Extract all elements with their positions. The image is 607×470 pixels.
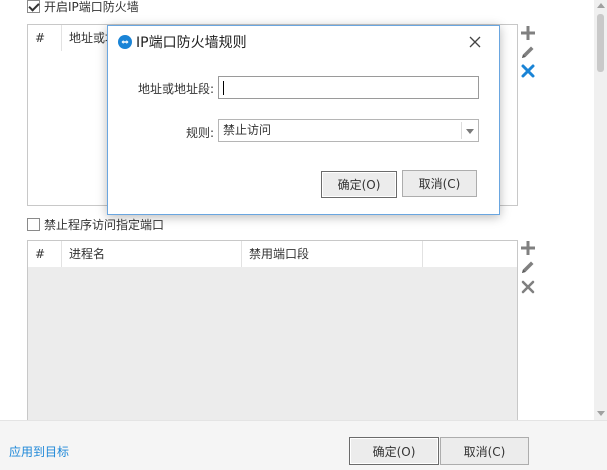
pencil-icon bbox=[522, 261, 534, 273]
scroll-thumb[interactable] bbox=[597, 14, 604, 72]
program-enable-label: 禁止程序访问指定端口 bbox=[44, 217, 165, 232]
footer-bar: 应用到目标 确定(O) 取消(C) bbox=[0, 420, 607, 470]
dialog-cancel-button[interactable]: 取消(C) bbox=[402, 170, 477, 197]
program-edit-button[interactable] bbox=[520, 259, 536, 275]
program-enable-checkbox-row[interactable]: 禁止程序访问指定端口 bbox=[27, 216, 164, 232]
firewall-enable-checkbox-row[interactable]: 开启IP端口防火墙 bbox=[27, 0, 139, 14]
firewall-rule-dialog: IP端口防火墙规则 地址或地址段: 规则: 禁止访问 确定(O) 取消(C) bbox=[107, 25, 500, 215]
pencil-icon bbox=[522, 46, 534, 58]
program-col-index[interactable]: # bbox=[28, 241, 62, 267]
scroll-up-arrow-icon[interactable] bbox=[597, 3, 605, 8]
firewall-edit-button[interactable] bbox=[520, 44, 536, 60]
address-input[interactable] bbox=[218, 76, 479, 99]
scroll-down-arrow-icon[interactable] bbox=[597, 411, 605, 416]
firewall-enable-checkbox[interactable] bbox=[27, 0, 40, 13]
program-col-process[interactable]: 进程名 bbox=[62, 241, 242, 267]
vertical-scrollbar[interactable] bbox=[594, 0, 607, 420]
rule-select[interactable]: 禁止访问 bbox=[218, 119, 479, 142]
program-add-button[interactable] bbox=[520, 240, 536, 256]
program-delete-button[interactable] bbox=[520, 279, 536, 295]
select-divider bbox=[461, 122, 462, 139]
close-icon bbox=[469, 36, 481, 48]
chevron-down-icon[interactable] bbox=[466, 129, 474, 134]
dialog-title-bar[interactable]: IP端口防火墙规则 bbox=[108, 26, 499, 58]
text-caret bbox=[223, 81, 224, 95]
plus-icon bbox=[521, 26, 535, 40]
program-list-body[interactable] bbox=[28, 267, 517, 422]
cross-icon bbox=[521, 64, 535, 78]
rule-label: 规则: bbox=[185, 126, 214, 140]
firewall-col-index[interactable]: # bbox=[28, 25, 62, 51]
dialog-ok-button[interactable]: 确定(O) bbox=[321, 171, 397, 198]
firewall-delete-button[interactable] bbox=[520, 63, 536, 79]
firewall-add-button[interactable] bbox=[520, 25, 536, 41]
footer-cancel-button[interactable]: 取消(C) bbox=[440, 437, 529, 465]
program-col-ports[interactable]: 禁用端口段 bbox=[242, 241, 423, 267]
program-enable-checkbox[interactable] bbox=[27, 217, 40, 231]
address-label: 地址或地址段: bbox=[137, 82, 214, 96]
footer-ok-button[interactable]: 确定(O) bbox=[349, 437, 439, 465]
firewall-enable-label: 开启IP端口防火墙 bbox=[44, 0, 139, 14]
app-logo-icon bbox=[118, 35, 132, 49]
cross-icon bbox=[521, 280, 535, 294]
dialog-close-button[interactable] bbox=[466, 33, 484, 51]
program-rules-list[interactable]: # 进程名 禁用端口段 bbox=[27, 240, 518, 422]
program-list-header: # 进程名 禁用端口段 bbox=[28, 241, 517, 267]
plus-icon bbox=[521, 241, 535, 255]
rule-select-value: 禁止访问 bbox=[223, 123, 272, 137]
dialog-title: IP端口防火墙规则 bbox=[136, 35, 247, 51]
apply-to-target-link[interactable]: 应用到目标 bbox=[9, 443, 69, 460]
